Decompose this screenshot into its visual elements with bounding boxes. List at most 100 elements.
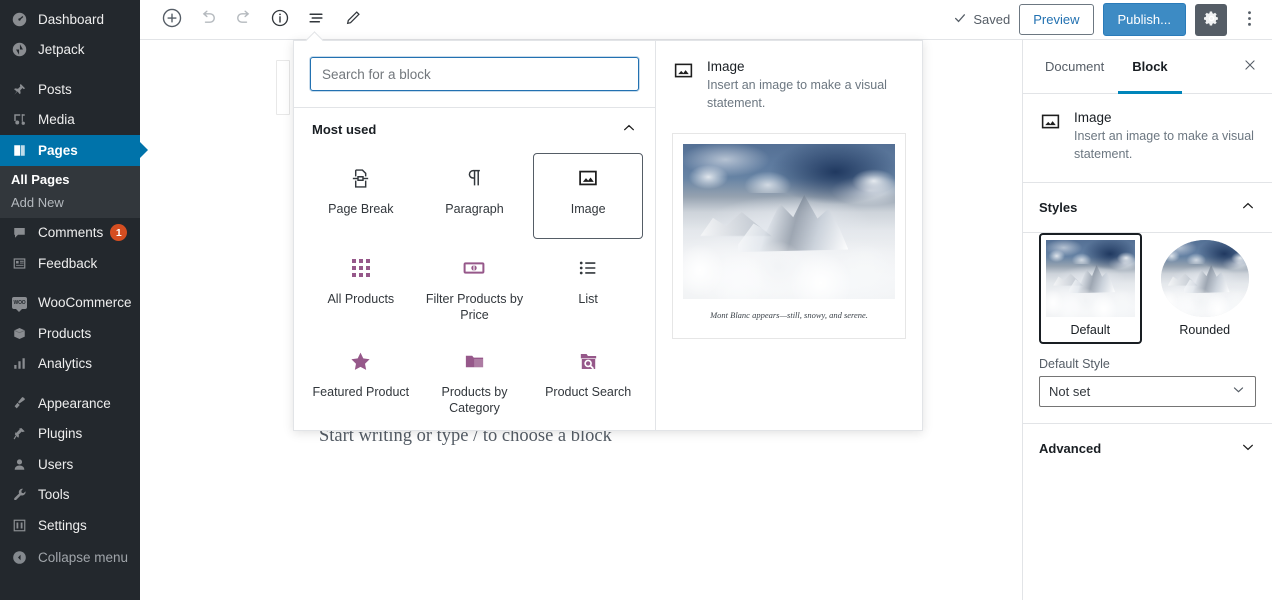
default-style-select[interactable]: Not set <box>1039 375 1256 407</box>
folder-icon <box>463 348 486 374</box>
submenu-item-add-new[interactable]: Add New <box>0 191 140 214</box>
sidebar-item-feedback[interactable]: Feedback <box>0 248 140 279</box>
collapse-menu-button[interactable]: Collapse menu <box>0 543 140 574</box>
sidebar-item-label: Tools <box>38 487 70 503</box>
preview-button[interactable]: Preview <box>1019 3 1094 36</box>
tab-block[interactable]: Block <box>1118 41 1182 94</box>
sidebar-item-analytics[interactable]: Analytics <box>0 349 140 380</box>
block-tile-label: Image <box>570 202 606 216</box>
block-settings-sidebar: Document Block Image Insert an image to … <box>1022 40 1272 600</box>
sidebar-item-settings[interactable]: Settings <box>0 510 140 541</box>
sidebar-item-appearance[interactable]: Appearance <box>0 388 140 419</box>
sidebar-item-pages[interactable]: Pages <box>0 135 148 166</box>
block-tile-product-search[interactable]: Product Search <box>533 336 643 425</box>
preview-description: Insert an image to make a visual stateme… <box>707 78 887 110</box>
submenu-item-all-pages[interactable]: All Pages <box>0 168 140 191</box>
sidebar-item-label: Media <box>38 112 75 128</box>
preview-header-text: Image Insert an image to make a visual s… <box>707 59 906 113</box>
block-tile-label: All Products <box>327 292 395 306</box>
mountain-photo <box>683 143 895 299</box>
inserter-search-area <box>294 41 655 107</box>
advanced-panel-header[interactable]: Advanced <box>1023 424 1272 473</box>
block-tile-label: Filter Products by Price <box>425 292 524 322</box>
inserter-block-preview: Image Insert an image to make a visual s… <box>656 41 922 430</box>
sidebar-separator <box>0 379 140 388</box>
comment-icon <box>9 225 30 240</box>
block-tile-products-by-category[interactable]: Products by Category <box>419 336 530 425</box>
sidebar-item-plugins[interactable]: Plugins <box>0 419 140 450</box>
sidebar-item-woocommerce[interactable]: WOO WooCommerce <box>0 288 140 319</box>
block-tile-image[interactable]: Image <box>533 153 643 239</box>
grid-dots-icon <box>351 255 370 281</box>
publish-button[interactable]: Publish... <box>1102 2 1186 37</box>
block-tile-page-break[interactable]: Page Break <box>306 153 416 239</box>
wrench-icon <box>9 487 30 502</box>
block-title: Image <box>1074 110 1112 125</box>
more-options-button[interactable] <box>1236 4 1262 36</box>
mountain-photo-thumb <box>1160 239 1249 317</box>
add-block-button[interactable] <box>154 2 190 38</box>
undo-button[interactable] <box>190 2 226 38</box>
block-tile-all-products[interactable]: All Products <box>306 243 416 332</box>
sidebar-item-jetpack[interactable]: Jetpack <box>0 35 140 66</box>
block-inserter-popover: Most used Page Break <box>293 40 923 431</box>
arrow-left-circle-icon <box>9 550 30 565</box>
block-tile-filter-products-by-price[interactable]: Filter Products by Price <box>419 243 530 332</box>
tab-document[interactable]: Document <box>1031 41 1118 94</box>
sidebar-item-media[interactable]: Media <box>0 105 140 136</box>
category-header-most-used[interactable]: Most used <box>294 107 655 149</box>
sidebar-item-users[interactable]: Users <box>0 449 140 480</box>
bullet-list-icon <box>577 255 599 281</box>
editor-toolbar: Saved Preview Publish... <box>140 0 1272 40</box>
preview-example-card: Mont Blanc appears—still, snowy, and ser… <box>672 132 906 339</box>
sidebar-item-tools[interactable]: Tools <box>0 480 140 511</box>
block-tile-list[interactable]: List <box>533 243 643 332</box>
image-icon <box>672 59 694 81</box>
sidebar-item-comments[interactable]: Comments 1 <box>0 218 140 249</box>
block-tile-featured-product[interactable]: Featured Product <box>306 336 416 425</box>
preview-header: Image Insert an image to make a visual s… <box>656 41 922 133</box>
sidebar-item-products[interactable]: Products <box>0 318 140 349</box>
block-tile-label: List <box>578 292 598 306</box>
sidebar-item-label: Appearance <box>38 395 111 411</box>
plug-icon <box>9 426 30 441</box>
block-tile-label: Page Break <box>328 202 394 216</box>
sidebar-item-posts[interactable]: Posts <box>0 74 140 105</box>
woocommerce-icon: WOO <box>9 296 30 312</box>
edit-mode-button[interactable] <box>334 2 370 38</box>
pilcrow-icon <box>463 165 485 191</box>
block-tile-label: Product Search <box>545 385 632 399</box>
box-icon <box>9 326 30 341</box>
settings-toggle-button[interactable] <box>1195 3 1227 36</box>
default-style-value: Not set <box>1049 383 1091 399</box>
saved-status: Saved <box>953 11 1010 28</box>
search-input[interactable] <box>310 57 639 91</box>
sidebar-item-label: Pages <box>38 142 78 158</box>
style-variation-rounded[interactable]: Rounded <box>1153 232 1256 344</box>
saved-label: Saved <box>973 12 1011 27</box>
close-sidebar-button[interactable] <box>1232 40 1268 93</box>
style-variations: Default Rounded <box>1039 232 1256 344</box>
user-icon <box>9 457 30 472</box>
chevron-down-icon <box>1240 439 1256 458</box>
close-icon <box>1243 57 1257 77</box>
chevron-up-icon <box>1240 198 1256 217</box>
content-info-button[interactable] <box>262 2 298 38</box>
sidebar-separator <box>0 65 140 74</box>
category-label: Most used <box>312 122 377 137</box>
redo-button[interactable] <box>226 2 262 38</box>
style-variation-default[interactable]: Default <box>1039 232 1142 344</box>
sidebar-item-label: WooCommerce <box>38 295 132 311</box>
feedback-icon <box>9 256 30 271</box>
styles-panel-header[interactable]: Styles <box>1023 183 1272 233</box>
block-side-stub <box>276 60 290 115</box>
styles-panel-label: Styles <box>1039 199 1078 215</box>
sidebar-item-label: Comments <box>38 225 104 241</box>
sidebar-item-label: Users <box>38 456 74 472</box>
comments-count-badge: 1 <box>110 224 128 242</box>
sidebar-item-dashboard[interactable]: Dashboard <box>0 4 140 35</box>
sidebar-item-label: Settings <box>38 517 87 533</box>
block-tile-paragraph[interactable]: Paragraph <box>419 153 530 239</box>
style-thumbnail <box>1160 239 1249 317</box>
wordpress-block-editor: Dashboard Jetpack Posts Media Pages All … <box>0 0 1272 600</box>
